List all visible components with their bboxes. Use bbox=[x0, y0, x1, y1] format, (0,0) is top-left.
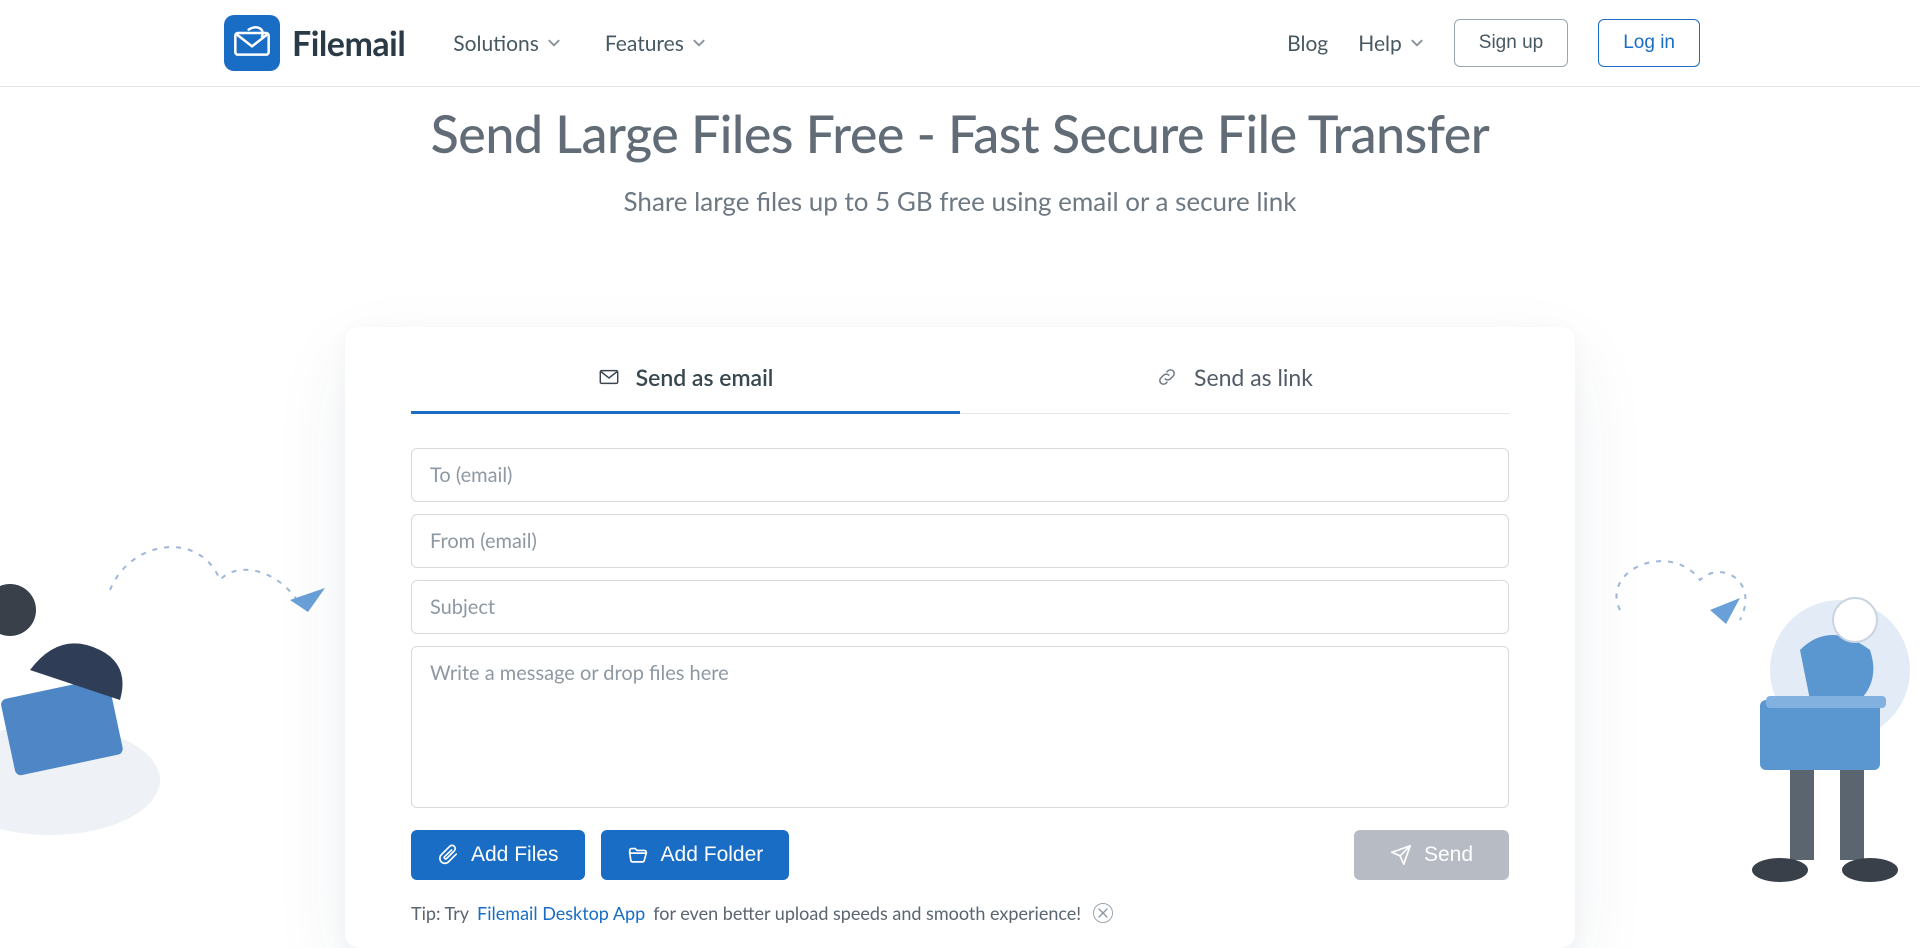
to-email-input[interactable] bbox=[411, 448, 1509, 502]
nav-left: Filemail Solutions Features bbox=[0, 15, 706, 71]
link-icon bbox=[1156, 366, 1178, 388]
nav-blog[interactable]: Blog bbox=[1287, 31, 1328, 56]
paperclip-icon bbox=[437, 844, 459, 866]
nav-features[interactable]: Features bbox=[605, 31, 706, 56]
nav-solutions[interactable]: Solutions bbox=[453, 31, 561, 56]
paper-plane-icon bbox=[1390, 844, 1412, 866]
send-mode-tabs: Send as email Send as link bbox=[411, 363, 1509, 414]
tab-send-as-link[interactable]: Send as link bbox=[960, 363, 1509, 413]
tip-prefix: Tip: Try bbox=[411, 902, 469, 924]
transfer-card: Send as email Send as link bbox=[345, 327, 1575, 948]
tab-send-as-email-label: Send as email bbox=[636, 363, 774, 391]
nav-help-label: Help bbox=[1358, 31, 1402, 56]
send-button[interactable]: Send bbox=[1354, 830, 1509, 880]
login-button[interactable]: Log in bbox=[1598, 19, 1700, 67]
subject-input[interactable] bbox=[411, 580, 1509, 634]
add-files-button[interactable]: Add Files bbox=[411, 830, 585, 880]
close-tip-button[interactable] bbox=[1093, 903, 1113, 923]
from-email-input[interactable] bbox=[411, 514, 1509, 568]
desktop-app-tip: Tip: Try Filemail Desktop App for even b… bbox=[411, 902, 1509, 924]
brand-name: Filemail bbox=[292, 23, 405, 64]
nav-right: Blog Help Sign up Log in bbox=[1287, 19, 1880, 67]
chevron-down-icon bbox=[1410, 36, 1424, 50]
desktop-app-link[interactable]: Filemail Desktop App bbox=[477, 902, 645, 924]
transfer-card-wrap: Send as email Send as link bbox=[0, 327, 1920, 948]
chevron-down-icon bbox=[547, 36, 561, 50]
logo-mark-icon bbox=[224, 15, 280, 71]
navbar: Filemail Solutions Features Blog Help bbox=[0, 0, 1920, 87]
tab-send-as-link-label: Send as link bbox=[1194, 363, 1313, 391]
tab-send-as-email[interactable]: Send as email bbox=[411, 363, 960, 413]
page-subtitle: Share large files up to 5 GB free using … bbox=[0, 185, 1920, 217]
signup-button[interactable]: Sign up bbox=[1454, 19, 1568, 67]
tip-suffix: for even better upload speeds and smooth… bbox=[653, 902, 1081, 924]
nav-help[interactable]: Help bbox=[1358, 31, 1424, 56]
page-title: Send Large Files Free - Fast Secure File… bbox=[0, 103, 1920, 165]
add-files-label: Add Files bbox=[471, 843, 559, 867]
add-folder-button[interactable]: Add Folder bbox=[601, 830, 790, 880]
nav-solutions-label: Solutions bbox=[453, 31, 539, 56]
brand-logo[interactable]: Filemail bbox=[224, 15, 405, 71]
send-label: Send bbox=[1424, 843, 1473, 867]
action-row: Add Files Add Folder Sen bbox=[411, 830, 1509, 880]
message-textarea[interactable] bbox=[411, 646, 1509, 808]
nav-primary-links: Solutions Features bbox=[453, 31, 706, 56]
folder-open-icon bbox=[627, 844, 649, 866]
chevron-down-icon bbox=[692, 36, 706, 50]
envelope-icon bbox=[598, 366, 620, 388]
hero-section: Send Large Files Free - Fast Secure File… bbox=[0, 87, 1920, 217]
add-folder-label: Add Folder bbox=[661, 843, 764, 867]
nav-features-label: Features bbox=[605, 31, 684, 56]
